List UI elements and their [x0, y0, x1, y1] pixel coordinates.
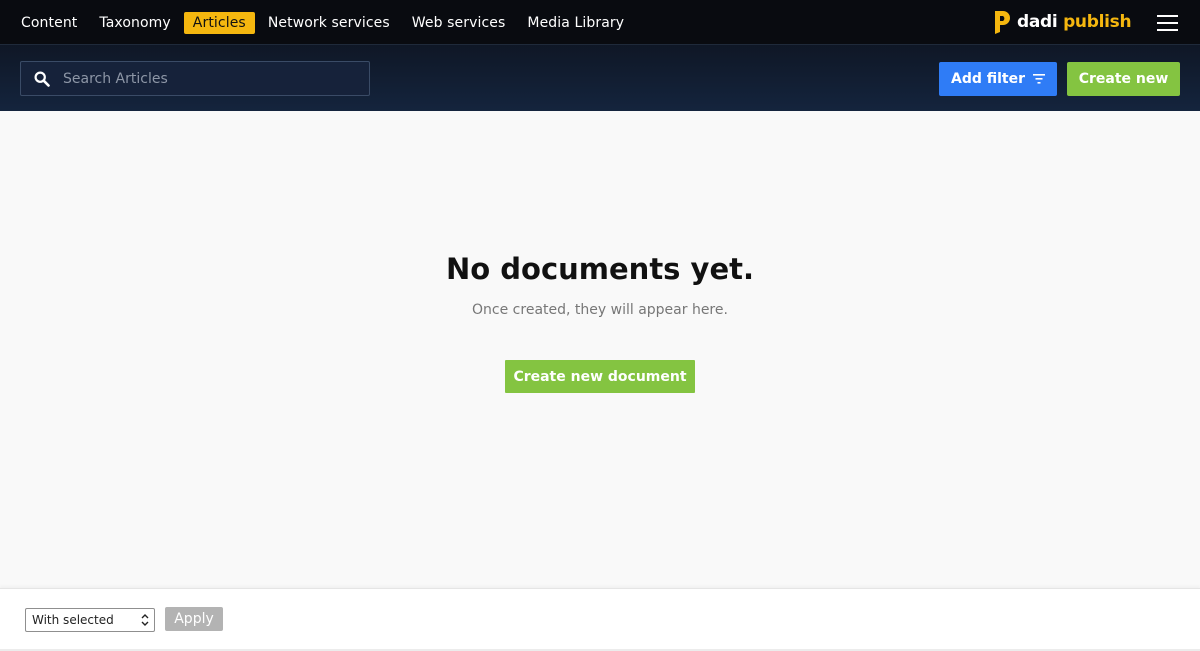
search-input[interactable] [61, 62, 361, 95]
empty-state-title: No documents yet. [445, 252, 754, 286]
menu-bar-bottom [1157, 29, 1178, 31]
nav-item-content[interactable]: Content [12, 12, 86, 34]
brand-logo[interactable]: dadi publish [993, 9, 1132, 35]
select-arrows-icon [141, 614, 149, 626]
search-icon [34, 71, 50, 87]
main-menu: Content Taxonomy Articles Network servic… [12, 0, 637, 45]
add-filter-button[interactable]: Add filter [939, 62, 1057, 96]
nav-item-web-services[interactable]: Web services [403, 12, 515, 34]
top-navigation: Content Taxonomy Articles Network servic… [0, 0, 1200, 45]
nav-item-articles[interactable]: Articles [183, 11, 255, 34]
create-new-document-button[interactable]: Create new document [505, 360, 695, 393]
brand-name: dadi publish [1017, 12, 1132, 32]
brand-word-dadi: dadi [1017, 12, 1058, 32]
nav-item-taxonomy[interactable]: Taxonomy [90, 12, 179, 34]
empty-state-subtitle: Once created, they will appear here. [472, 302, 728, 318]
bulk-actions-bar: With selected Apply [0, 588, 1200, 651]
nav-item-media-library[interactable]: Media Library [518, 12, 633, 34]
bulk-action-selected-value: With selected [32, 613, 114, 627]
dadi-logo-icon [995, 10, 1010, 34]
search-box [20, 61, 370, 96]
brand-word-publish: publish [1063, 12, 1132, 32]
toolbar: Add filter Create new [0, 45, 1200, 111]
menu-bar-top [1157, 15, 1178, 17]
nav-item-network-services[interactable]: Network services [259, 12, 399, 34]
create-new-button[interactable]: Create new [1067, 62, 1180, 96]
hamburger-menu-icon[interactable] [1154, 11, 1180, 35]
add-filter-label: Add filter [950, 71, 1026, 87]
menu-bar-middle [1157, 22, 1178, 24]
bulk-action-select[interactable]: With selected [25, 608, 155, 632]
filter-icon [1033, 74, 1046, 84]
apply-button[interactable]: Apply [165, 607, 223, 631]
